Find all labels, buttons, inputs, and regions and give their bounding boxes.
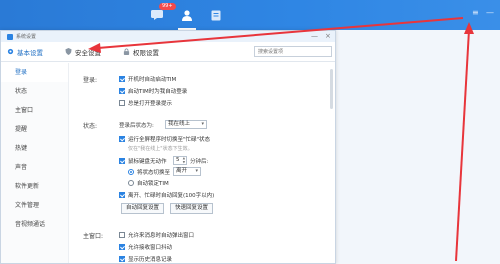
- settings-search-input[interactable]: [254, 46, 332, 57]
- sidebar-item-file-management[interactable]: 文件管理: [1, 196, 68, 215]
- tab-security-settings[interactable]: 安全设置: [65, 47, 101, 57]
- idle-unit-label: 分钟后:: [190, 159, 209, 165]
- auto-reply-settings-button[interactable]: 自动回复设置: [121, 203, 165, 214]
- radio-dot: [128, 180, 134, 186]
- files-tab[interactable]: [207, 6, 225, 24]
- tim-logo-icon: [7, 33, 13, 40]
- dialog-title: 系统设置: [16, 34, 37, 40]
- app-topbar: 99+ ≡ —: [0, 0, 500, 30]
- checkbox-box: [119, 76, 125, 82]
- chevron-down-icon: ▾: [195, 168, 198, 174]
- contacts-icon: [182, 9, 192, 21]
- checkbox-box: [119, 232, 125, 238]
- sidebar-item-status[interactable]: 状态: [1, 82, 68, 101]
- auto-reply-checkbox[interactable]: 离开、忙碌时自动回复(100字以内): [119, 191, 214, 199]
- message-icon: [151, 10, 163, 20]
- checkbox-box: [119, 100, 125, 106]
- auto-popup-checkbox[interactable]: 允许来消息时自动弹出窗口: [119, 231, 194, 239]
- idle-minutes-stepper[interactable]: 5 ▲ ▼: [173, 156, 187, 165]
- settings-tabs: 基本设置 安全设置 权限设置: [1, 42, 335, 62]
- dialog-close-button[interactable]: ×: [325, 32, 331, 40]
- idle-status-select[interactable]: 离开 ▾: [173, 167, 201, 176]
- login-prompt-checkbox[interactable]: 总是打开登录提示: [119, 99, 172, 107]
- sidebar-item-reminder[interactable]: 提醒: [1, 120, 68, 139]
- checkbox-box: [119, 192, 125, 198]
- sidebar-item-sound[interactable]: 声音: [1, 158, 68, 177]
- auto-start-checkbox[interactable]: 开机时自动启动TIM: [119, 75, 176, 83]
- tab-permission-settings[interactable]: 权限设置: [123, 47, 159, 57]
- sidebar-item-update[interactable]: 软件更新: [1, 177, 68, 196]
- show-history-checkbox[interactable]: 显示历史消息记录: [119, 255, 172, 263]
- switch-status-radio[interactable]: 将状态切换至: [128, 168, 170, 176]
- content-scrollbar[interactable]: [330, 69, 333, 109]
- shield-icon: [65, 48, 72, 55]
- stepper-arrows-icon: ▲ ▼: [182, 156, 185, 164]
- auto-login-checkbox[interactable]: 启动TIM时为我自动登录: [119, 87, 187, 95]
- fullscreen-hint: 仅在"我在线上"状态下生效。: [128, 146, 193, 152]
- minimize-button[interactable]: —: [486, 8, 494, 17]
- sidebar-item-login[interactable]: 登录: [1, 63, 68, 82]
- status-section-label: 状态:: [83, 123, 98, 130]
- dialog-titlebar: 系统设置 — ×: [1, 31, 335, 42]
- checkbox-box: [119, 244, 125, 250]
- gear-icon: [7, 48, 14, 55]
- unread-badge: 99+: [159, 3, 176, 10]
- sidebar-item-main-window[interactable]: 主窗口: [1, 101, 68, 120]
- contacts-tab[interactable]: [178, 6, 196, 30]
- lock-icon: [123, 48, 130, 55]
- checkbox-box: [119, 136, 125, 142]
- dialog-minimize-button[interactable]: —: [311, 32, 318, 40]
- login-section-label: 登录:: [83, 77, 98, 84]
- tab-basic-settings[interactable]: 基本设置: [7, 47, 43, 57]
- radio-dot: [128, 169, 134, 175]
- checkbox-box: [119, 256, 125, 262]
- main-menu-button[interactable]: ≡: [472, 8, 479, 17]
- quick-reply-settings-button[interactable]: 快速回复设置: [170, 203, 214, 214]
- idle-checkbox[interactable]: 鼠标键盘无动作: [119, 157, 167, 165]
- checkbox-box: [119, 88, 125, 94]
- login-status-label: 登录后状态为:: [119, 123, 154, 129]
- arrow-to-menu: [455, 29, 470, 262]
- login-status-select[interactable]: 我在线上 ▾: [165, 120, 207, 129]
- settings-content: 登录: 开机时自动启动TIM 启动TIM时为我自动登录 总是打开登录提示 状态:…: [69, 63, 335, 263]
- main-window-section-label: 主窗口:: [83, 233, 104, 240]
- sidebar-item-hotkeys[interactable]: 热键: [1, 139, 68, 158]
- window-shake-checkbox[interactable]: 允许接收窗口抖动: [119, 243, 172, 251]
- system-settings-dialog: 系统设置 — × 基本设置 安全设置 权限设置 登录 状态 主窗口 提醒 热键 …: [0, 30, 336, 264]
- files-icon: [211, 10, 221, 20]
- chevron-down-icon: ▾: [201, 121, 204, 127]
- fullscreen-busy-checkbox[interactable]: 运行全屏程序时切换至"忙碌"状态: [119, 135, 210, 143]
- checkbox-box: [119, 158, 125, 164]
- auto-lock-radio[interactable]: 自动锁定TIM: [128, 179, 169, 187]
- settings-sidebar: 登录 状态 主窗口 提醒 热键 声音 软件更新 文件管理 音视频通话: [1, 63, 69, 263]
- sidebar-item-av-calls[interactable]: 音视频通话: [1, 215, 68, 234]
